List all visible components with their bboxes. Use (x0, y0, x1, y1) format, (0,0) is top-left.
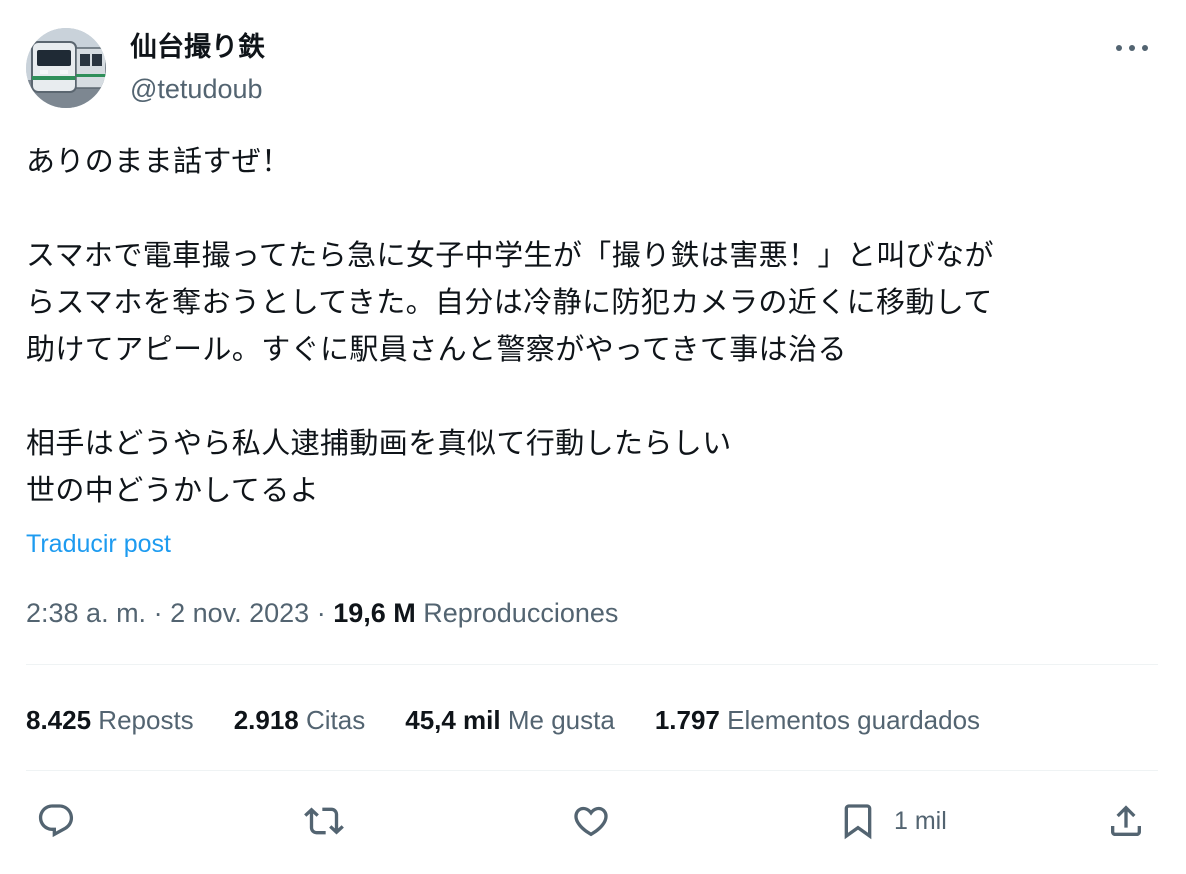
likes-count: 45,4 mil (405, 704, 501, 735)
meta-separator: · (146, 598, 171, 628)
quotes-stat[interactable]: 2.918 Citas (234, 705, 366, 736)
reply-button[interactable] (36, 798, 76, 844)
tweet-text: ありのまま話すぜ！ スマホで電車撮ってたら急に女子中学生が「撮り鉄は害悪！」と叫… (26, 144, 994, 507)
tweet-meta: 2:38 a. m. · 2 nov. 2023 · 19,6 M Reprod… (26, 595, 618, 631)
bookmarks-stat[interactable]: 1.797 Elementos guardados (655, 705, 980, 736)
user-handle[interactable]: @tetudoub (130, 72, 263, 106)
avatar-train-image (26, 28, 106, 108)
share-button[interactable] (1106, 798, 1146, 844)
views-count: 19,6 M (333, 598, 416, 628)
engagement-stats: 8.425 Reposts 2.918 Citas 45,4 mil Me gu… (26, 701, 1020, 739)
more-options-button[interactable] (1112, 30, 1152, 66)
bookmarks-count: 1.797 (654, 704, 720, 735)
views-label: Reproducciones (415, 598, 619, 628)
translate-post-link[interactable]: Traducir post (26, 527, 171, 561)
share-icon (1111, 805, 1141, 836)
bookmark-button[interactable]: 1 mil (838, 798, 947, 844)
heart-icon (574, 806, 608, 837)
bookmarks-label: Elementos guardados (719, 704, 981, 735)
meta-separator: · (309, 598, 334, 628)
quotes-label: Citas (298, 704, 366, 735)
like-button[interactable] (571, 798, 611, 844)
likes-stat[interactable]: 45,4 mil Me gusta (405, 705, 615, 736)
display-name[interactable]: 仙台撮り鉄 (130, 30, 265, 66)
divider (26, 664, 1158, 665)
reposts-label: Reposts (91, 704, 194, 735)
quotes-count: 2.918 (233, 704, 299, 735)
bookmark-icon (844, 804, 872, 840)
bookmark-count: 1 mil (894, 806, 947, 835)
reposts-stat[interactable]: 8.425 Reposts (26, 705, 194, 736)
repost-icon (304, 807, 344, 835)
more-horizontal-icon (1116, 45, 1148, 51)
reply-icon (38, 804, 74, 838)
tweet-card: 仙台撮り鉄 @tetudoub ありのまま話すぜ！ スマホで電車撮ってたら急に女… (0, 0, 1186, 874)
divider (26, 770, 1158, 771)
reposts-count: 8.425 (26, 704, 92, 735)
repost-button[interactable] (304, 798, 344, 844)
likes-label: Me gusta (500, 704, 615, 735)
tweet-time[interactable]: 2:38 a. m. (26, 598, 146, 628)
tweet-date[interactable]: 2 nov. 2023 (170, 598, 309, 628)
avatar[interactable] (26, 28, 106, 108)
